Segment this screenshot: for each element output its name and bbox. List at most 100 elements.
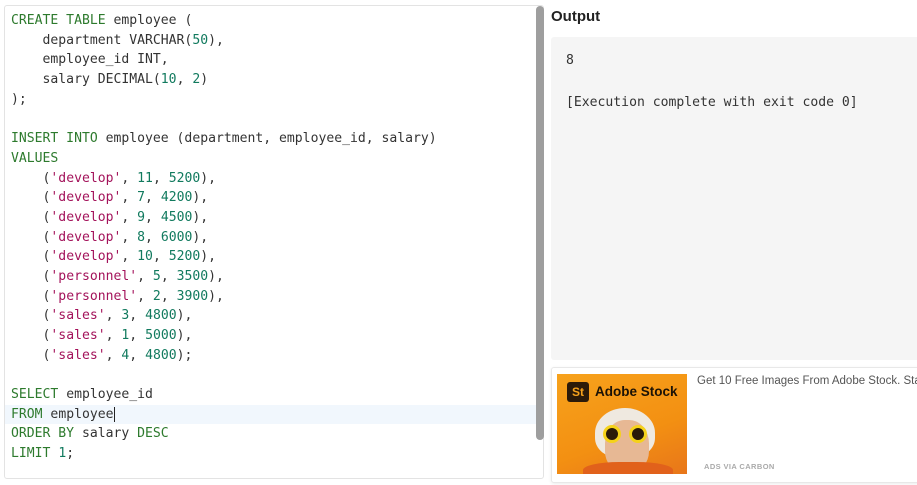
code-line[interactable]	[5, 109, 543, 129]
sql-number: 50	[192, 32, 209, 48]
code-text: ,	[145, 229, 161, 245]
code-text: salary DECIMAL(	[11, 72, 161, 88]
sql-string: 'develop'	[50, 229, 122, 245]
code-text: (	[11, 288, 51, 304]
ad-image-shirt	[583, 462, 673, 474]
code-line[interactable]: employee_id INT,	[5, 50, 543, 70]
sql-keyword: ORDER BY	[11, 426, 75, 442]
sql-string: 'develop'	[50, 170, 122, 186]
sql-string: 'personnel'	[50, 288, 138, 304]
code-text: ,	[121, 229, 138, 245]
code-line[interactable]: department VARCHAR(50),	[5, 31, 543, 51]
sql-keyword: CREATE TABLE	[11, 13, 106, 28]
sql-keyword: VALUES	[11, 150, 59, 166]
code-text: ,	[137, 268, 153, 284]
code-text: ),	[200, 170, 217, 186]
code-line[interactable]: ('develop', 11, 5200),	[5, 169, 543, 189]
output-result: 8	[566, 53, 574, 68]
sql-string: 'personnel'	[50, 268, 138, 284]
sql-number: 4800	[145, 308, 177, 324]
code-line[interactable]: salary DECIMAL(10, 2)	[5, 70, 543, 90]
code-editor[interactable]: CREATE TABLE employee ( department VARCH…	[4, 5, 544, 479]
sql-keyword: SELECT	[11, 387, 59, 403]
code-text: ),	[192, 209, 209, 225]
output-status: [Execution complete with exit code 0]	[566, 95, 858, 110]
code-line[interactable]: SELECT employee_id	[5, 385, 543, 405]
sql-number: 2	[152, 288, 161, 304]
sql-number: 10	[137, 249, 153, 265]
sql-number: 8	[137, 229, 146, 245]
code-text: ),	[176, 308, 193, 324]
code-text: employee (	[105, 13, 193, 28]
code-line[interactable]: ORDER BY salary DESC	[5, 424, 543, 444]
code-line[interactable]: ('develop', 7, 4200),	[5, 188, 543, 208]
sql-number: 3900	[176, 288, 209, 304]
code-text: ),	[208, 32, 224, 48]
code-text: employee_id	[58, 387, 153, 403]
code-text: );	[11, 91, 27, 107]
code-line[interactable]: ('sales', 4, 4800);	[5, 346, 543, 366]
code-text: ,	[121, 209, 138, 225]
code-line[interactable]: CREATE TABLE employee (	[5, 11, 543, 31]
code-text: (	[11, 268, 51, 284]
sql-number: 6000	[160, 229, 193, 245]
sql-keyword: LIMIT	[11, 446, 51, 462]
code-line[interactable]: INSERT INTO employee (department, employ…	[5, 129, 543, 149]
pane-splitter-handle[interactable]	[536, 6, 544, 440]
code-line[interactable]: ('personnel', 5, 3500),	[5, 267, 543, 287]
code-text: ,	[121, 170, 138, 186]
code-line[interactable]: ('personnel', 2, 3900),	[5, 287, 543, 307]
code-text: ,	[105, 328, 122, 343]
code-area[interactable]: CREATE TABLE employee ( department VARCH…	[5, 11, 543, 464]
sql-number: 10	[160, 72, 177, 88]
code-text: ;	[66, 446, 75, 462]
code-text: ,	[129, 347, 146, 363]
code-line[interactable]: VALUES	[5, 149, 543, 169]
code-text: (	[11, 170, 51, 186]
code-line[interactable]: ('develop', 8, 6000),	[5, 228, 543, 248]
sql-keyword: DESC	[137, 426, 169, 442]
sql-keyword: INSERT INTO	[11, 131, 98, 147]
code-text: employee (department, employee_id, salar…	[97, 131, 437, 147]
code-text: ),	[192, 190, 209, 206]
code-text: (	[11, 209, 51, 225]
code-line[interactable]: LIMIT 1;	[5, 444, 543, 464]
sql-number: 4200	[160, 190, 193, 206]
ads-via-carbon-link[interactable]: ADS VIA CARBON	[704, 462, 775, 471]
code-text: );	[176, 347, 193, 363]
code-text: ,	[145, 209, 161, 225]
code-text: ,	[121, 249, 138, 265]
code-line[interactable]: ('sales', 1, 5000),	[5, 326, 543, 346]
code-text: ),	[200, 249, 217, 265]
sql-number: 3500	[176, 268, 209, 284]
code-text: employee	[42, 406, 114, 422]
sunglasses-icon	[599, 425, 659, 443]
code-line[interactable]: FROM employee	[5, 404, 543, 425]
code-line[interactable]	[5, 365, 543, 385]
code-text: ),	[176, 328, 193, 343]
carbon-ad[interactable]: St Adobe Stock Get 10 Free Images From A…	[551, 367, 917, 483]
sql-string: 'sales'	[50, 308, 106, 324]
code-text: (	[11, 328, 51, 343]
sql-number: 5	[152, 268, 161, 284]
sql-number: 7	[137, 190, 146, 206]
sql-string: 'develop'	[50, 190, 122, 206]
code-text: (	[11, 190, 51, 206]
code-line[interactable]: ('sales', 3, 4800),	[5, 306, 543, 326]
sql-number: 5200	[168, 249, 201, 265]
code-text: ),	[192, 229, 209, 245]
code-text: ,	[137, 288, 153, 304]
code-text: ,	[121, 190, 138, 206]
code-line[interactable]: ('develop', 9, 4500),	[5, 208, 543, 228]
ad-text-link[interactable]: Get 10 Free Images From Adobe Stock. Sta…	[697, 375, 917, 387]
code-line[interactable]: ('develop', 10, 5200),	[5, 247, 543, 267]
code-text: (	[11, 229, 51, 245]
code-text: department VARCHAR(	[11, 32, 193, 48]
code-text: employee_id INT,	[11, 52, 169, 68]
code-text: ,	[152, 170, 169, 186]
ad-image[interactable]: St Adobe Stock	[557, 374, 687, 474]
sql-number: 4500	[160, 209, 193, 225]
sql-string: 'develop'	[50, 249, 122, 265]
code-text: )	[200, 72, 209, 88]
code-line[interactable]: );	[5, 90, 543, 110]
